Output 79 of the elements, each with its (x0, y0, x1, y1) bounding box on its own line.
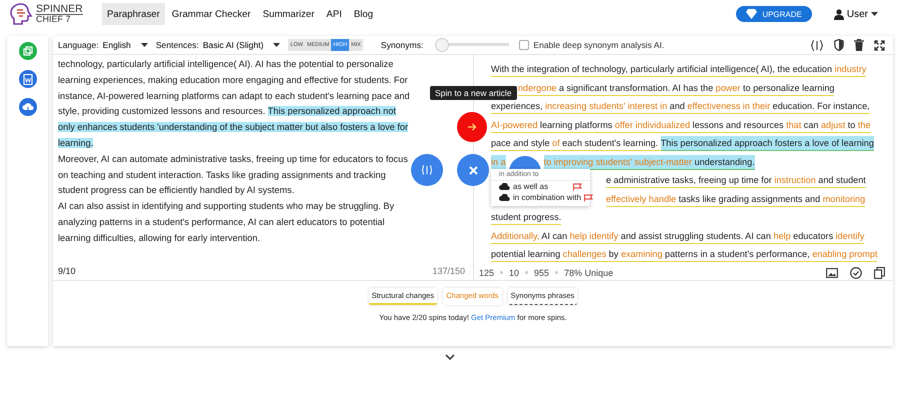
output-text[interactable]: This personalized approach fosters a love of learning (660, 136, 874, 151)
upgrade-button[interactable]: UPGRADE (736, 6, 812, 22)
output-text[interactable]: by (606, 247, 621, 262)
output-text[interactable]: each student's learning. (560, 136, 661, 151)
flag-icon (584, 194, 594, 202)
logo-subtitle: CHIEF 7 (36, 14, 72, 24)
shield-icon[interactable] (834, 39, 844, 51)
caret-icon (273, 43, 280, 47)
output-text[interactable]: potential learning (491, 247, 563, 262)
arrow-icon (468, 123, 476, 131)
sentences-label: Sentences: (156, 40, 199, 50)
check-circle-icon[interactable] (850, 266, 862, 279)
output-text[interactable]: a significant transformation. AI has the (556, 80, 716, 96)
diamond-icon (746, 9, 758, 19)
output-text[interactable]: With the integration of technology, particularly artificial intelligence( AI), the education (491, 62, 835, 77)
spin-button[interactable] (457, 112, 487, 142)
logo-icon (8, 2, 34, 26)
flag-icon (573, 182, 582, 190)
output-text[interactable]: pace and style (491, 136, 552, 151)
trash-icon[interactable] (854, 39, 864, 51)
copy-icon[interactable] (874, 266, 885, 279)
nav-tab[interactable]: Blog (348, 3, 378, 25)
input-paragraph: AI can also assist in identifying and supporting students who may be struggling. By analyzing patterns in a student's performance, AI can alert educators to potential learning difficulties, allowing for early intervention. (58, 200, 396, 245)
nav-tab[interactable]: Summarizer (258, 3, 320, 25)
caret-icon (140, 43, 148, 47)
cloud-icon (499, 183, 510, 190)
nav-tab[interactable]: Grammar Checker (166, 3, 256, 25)
output-text[interactable]: AI can (539, 228, 570, 244)
sentence-count: 9/10 (58, 266, 76, 276)
synonyms-slider[interactable] (435, 38, 510, 52)
close-icon (468, 166, 478, 174)
output-text[interactable]: patterns in a student's performance, (662, 247, 812, 262)
output-stat: 125 (479, 268, 494, 278)
input-paragraph: technology, particularly artificial intelligence( AI). AI has the potential to personalize learning experiences, making education more engaging and effective for students. For instance, AI-powered learning platforms can adapt to each student's learning pace and style, providing customized lessons and resources. This personalized approach not only enhances students 'understanding of the subject matter but also fosters a love for learning. (58, 58, 411, 150)
caret-icon (871, 12, 878, 16)
synonym-option[interactable]: in combination with (491, 192, 590, 203)
output-text[interactable]: and (667, 99, 688, 114)
output-text[interactable]: can (801, 118, 821, 132)
output-text[interactable]: education. For instance, (770, 99, 870, 114)
nav-tab[interactable]: Paraphraser (102, 3, 165, 25)
output-text[interactable]: student progress. (491, 210, 562, 225)
braces-icon (421, 165, 433, 175)
output-stat: 78% Unique (564, 268, 614, 278)
close-button[interactable] (457, 154, 489, 186)
deep-checkbox[interactable] (519, 40, 530, 50)
nav-tab[interactable]: API (321, 3, 347, 25)
output-text[interactable]: and student (816, 173, 866, 188)
output-text[interactable]: educators (790, 228, 836, 244)
output-stat: 10 (509, 268, 520, 278)
output-text[interactable]: lessons and resources (690, 118, 786, 132)
output-stat: 955 (534, 268, 550, 278)
braces-icon[interactable] (810, 40, 824, 50)
synonym-option[interactable]: as well as (491, 181, 590, 192)
output-text[interactable]: to personalize learning (740, 80, 834, 96)
logo-title: SPINNER (36, 4, 83, 14)
language-label: Language: (58, 40, 99, 50)
synonyms-label: Synonyms: (380, 40, 424, 50)
output-text[interactable]: tasks like grading assignments and (676, 192, 823, 206)
user-icon (834, 8, 844, 20)
output-text[interactable]: learning platforms (538, 118, 615, 132)
document-icon[interactable] (18, 70, 36, 88)
cloud-icon (499, 194, 510, 201)
language-dropdown[interactable]: English (102, 40, 152, 50)
character-count: 137/150 (432, 266, 465, 276)
input-paragraph: Moreover, AI can automate administrative tasks, freeing up time for educators to focus on teaching and student interaction. Tasks like grading assignments and tracking student progress can be efficiently handled by AI systems. (58, 152, 409, 198)
output-text[interactable]: e administrative tasks, freeing up time for (606, 173, 774, 188)
deep-checkbox-label: Enable deep synonym analysis AI. (533, 40, 664, 50)
image-icon[interactable] (826, 268, 838, 278)
cloud-icon[interactable] (18, 98, 36, 116)
tooltip: Spin to a new article (430, 86, 517, 100)
braces-button[interactable] (411, 154, 443, 186)
chevron-down-icon[interactable] (445, 354, 455, 360)
slider-thumb[interactable] (435, 38, 450, 52)
sentences-dropdown[interactable]: Basic AI (Slight) (202, 40, 284, 50)
output-text[interactable]: understanding. (692, 154, 755, 170)
output-text[interactable]: to (845, 118, 858, 132)
output-text[interactable]: and assist struggling students. AI can (618, 228, 774, 244)
user-menu[interactable]: User (828, 8, 884, 20)
expand-icon[interactable] (874, 40, 885, 50)
